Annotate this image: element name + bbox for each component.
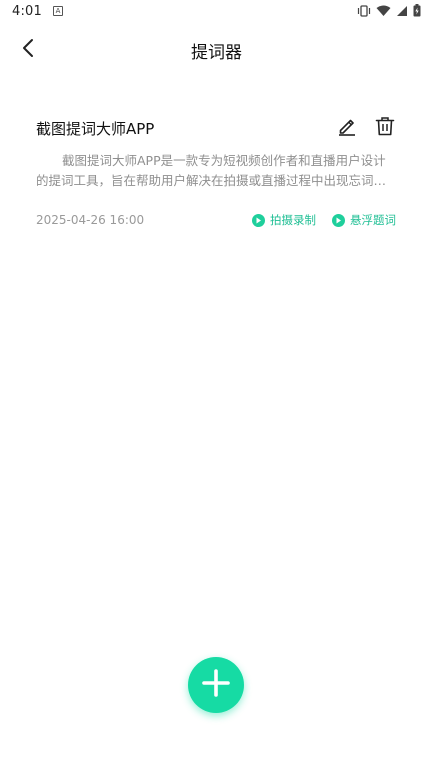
record-label: 拍摄录制 <box>270 213 316 227</box>
record-button[interactable]: 拍摄录制 <box>252 212 316 228</box>
signal-icon <box>396 5 408 17</box>
add-script-button[interactable] <box>188 657 244 713</box>
trash-icon <box>375 116 395 140</box>
status-bar: 4:01 A <box>0 0 433 24</box>
script-title: 截图提词大师APP <box>36 120 155 138</box>
script-date: 2025-04-26 16:00 <box>36 213 145 227</box>
edit-button[interactable] <box>336 117 358 139</box>
app-bar: 提词器 <box>0 24 433 76</box>
battery-charging-icon <box>413 4 421 17</box>
status-icons <box>357 4 421 17</box>
float-prompt-label: 悬浮题词 <box>350 213 396 227</box>
script-card[interactable]: 截图提词大师APP 截图提词大师APP是一款专为短视频创作者和直播用户设计的提词… <box>36 110 398 240</box>
script-description: 截图提词大师APP是一款专为短视频创作者和直播用户设计的提词工具，旨在帮助用户解… <box>36 153 387 188</box>
wifi-icon <box>376 5 391 17</box>
page-title: 提词器 <box>191 43 242 63</box>
float-prompt-button[interactable]: 悬浮题词 <box>332 212 396 228</box>
plus-icon <box>201 668 231 702</box>
vibrate-icon <box>357 4 371 17</box>
card-links: 拍摄录制 悬浮题词 <box>252 212 396 228</box>
status-time: 4:01 <box>12 4 42 19</box>
play-icon <box>252 213 265 227</box>
notification-icon: A <box>53 6 63 16</box>
play-icon <box>332 213 345 227</box>
pencil-icon <box>337 116 357 140</box>
delete-button[interactable] <box>374 117 396 139</box>
card-actions <box>336 117 396 139</box>
